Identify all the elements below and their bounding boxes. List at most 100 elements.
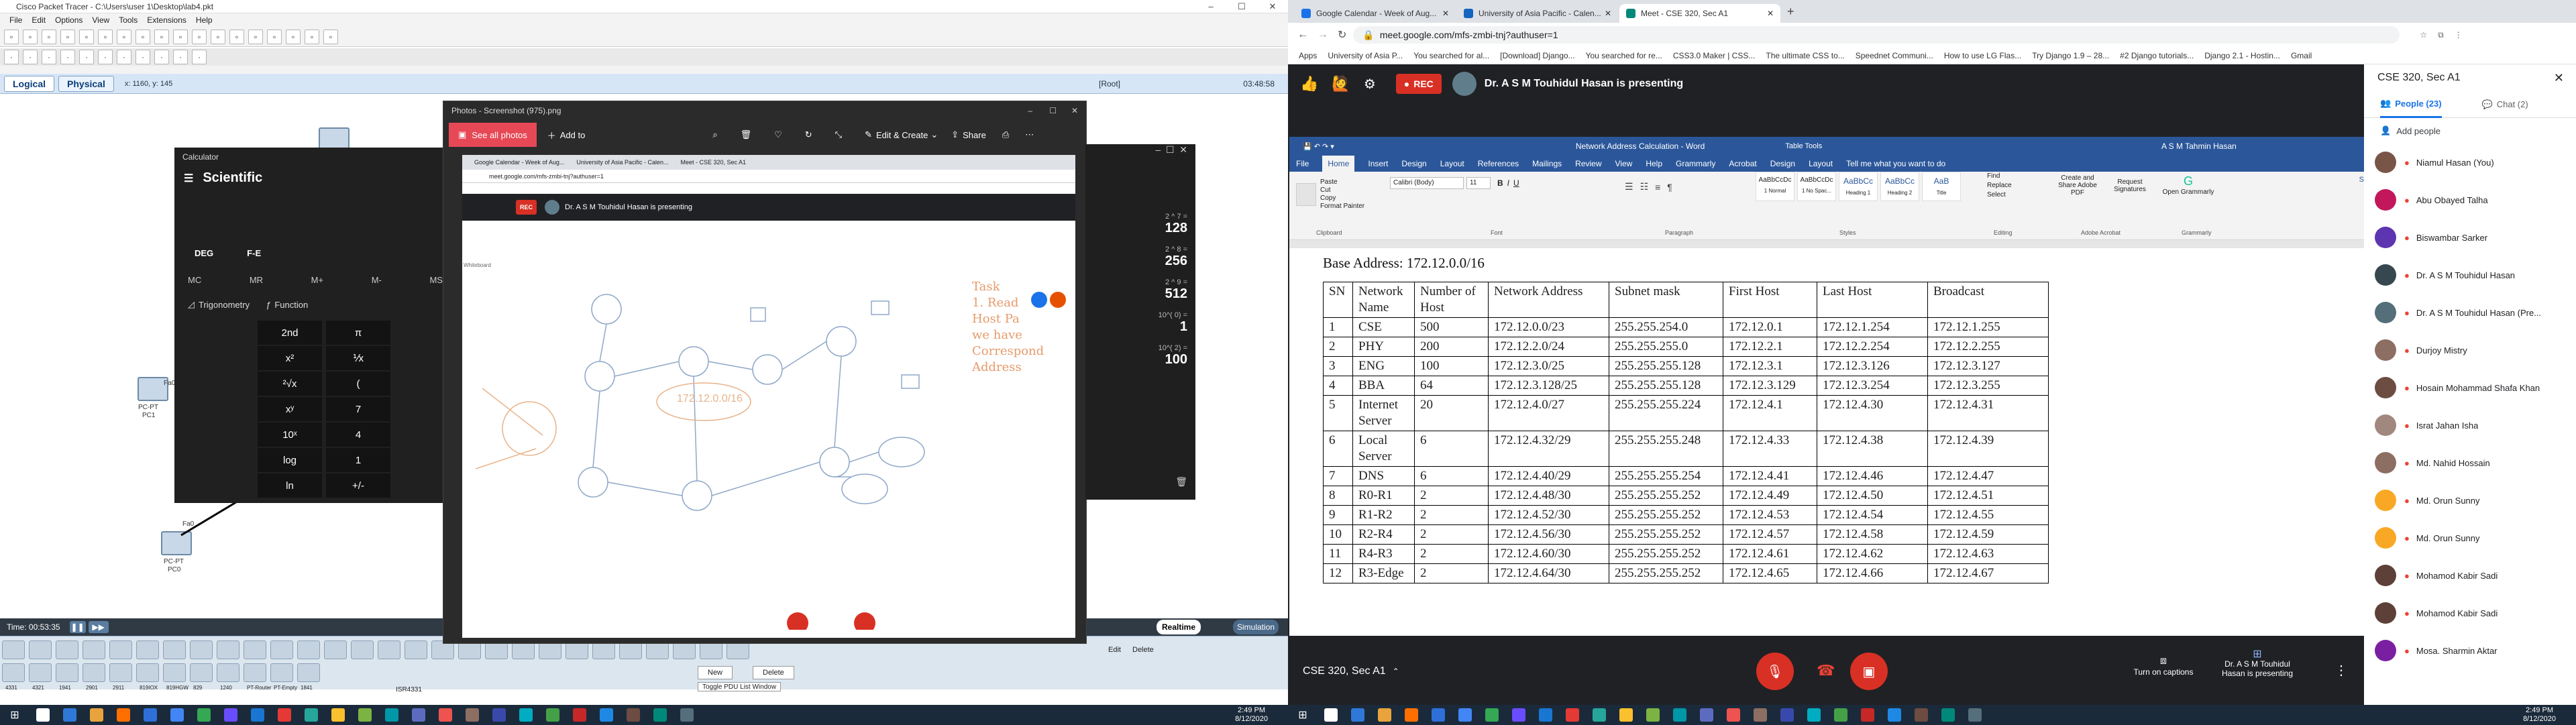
device-category-icon[interactable]	[324, 640, 347, 659]
ribbon-tab[interactable]: View	[1615, 156, 1633, 172]
history-expression[interactable]: 2 ^ 8 =	[1085, 245, 1187, 254]
quick-access-icons[interactable]: 💾 ↶ ↷ ▾	[1303, 142, 1334, 151]
clipboard-action[interactable]: Cut	[1320, 186, 1364, 194]
delete-icon[interactable]: 🗑	[741, 129, 752, 140]
ribbon-tab[interactable]: Mailings	[1532, 156, 1562, 172]
taskbar-app-icon[interactable]	[1673, 708, 1686, 722]
browser-tab[interactable]: University of Asia Pacific - Calen... ✕	[1457, 4, 1618, 23]
complex-pdu-icon[interactable]: ·	[192, 50, 207, 64]
taskbar-app-icon[interactable]	[224, 708, 237, 722]
place-note-icon[interactable]: ·	[79, 50, 94, 64]
taskbar-app-icon[interactable]	[1405, 708, 1418, 722]
clipboard-action[interactable]: Copy	[1320, 194, 1364, 203]
print-icon[interactable]: ▫	[60, 29, 75, 44]
device-category-icon[interactable]	[270, 640, 293, 659]
info-icon[interactable]: ▫	[79, 29, 94, 44]
wizard-icon[interactable]: ▫	[98, 29, 113, 44]
forward-icon[interactable]: →	[1318, 29, 1328, 41]
participant-row[interactable]: ● Hosain Mohammad Shafa Khan	[2364, 369, 2576, 406]
history-expression[interactable]: 2 ^ 9 =	[1085, 278, 1187, 286]
taskbar-app-icon[interactable]	[492, 708, 506, 722]
underline-icon[interactable]: U	[1513, 178, 1519, 188]
ribbon-tab[interactable]: Grammarly	[1676, 156, 1715, 172]
taskbar-app-icon[interactable]	[1324, 708, 1338, 722]
calc-key[interactable]: (	[326, 372, 390, 396]
save-icon[interactable]: ▫	[42, 29, 56, 44]
mic-off-button[interactable]: 🎙	[1756, 653, 1794, 690]
palette-icon[interactable]: ▫	[248, 29, 263, 44]
history-expression[interactable]: 10^( 0) =	[1085, 311, 1187, 319]
clipboard-action[interactable]: Paste	[1320, 178, 1364, 186]
style-item[interactable]: AaBbCc Heading 1	[1839, 172, 1878, 201]
taskbar-app-icon[interactable]	[412, 708, 425, 722]
device-model-icon[interactable]	[190, 663, 213, 682]
taskbar-app-icon[interactable]	[385, 708, 398, 722]
italic-icon[interactable]: I	[1507, 178, 1509, 188]
star-icon[interactable]: ☆	[2420, 30, 2427, 40]
ribbon-tab[interactable]: References	[1478, 156, 1519, 172]
redo-icon[interactable]: ▫	[173, 29, 188, 44]
taskbar-app-icon[interactable]	[466, 708, 479, 722]
bookmark-item[interactable]: #2 Django tutorials...	[2120, 51, 2194, 60]
bookmark-item[interactable]: University of Asia P...	[1328, 51, 1403, 60]
zoom-icon[interactable]: ⌕	[712, 129, 717, 140]
calc-key[interactable]: ²√x	[258, 372, 322, 396]
memory-button[interactable]: MS	[429, 275, 443, 285]
menu-item[interactable]: Options	[55, 13, 83, 27]
menu-item[interactable]: File	[9, 13, 22, 27]
taskbar-app-icon[interactable]	[439, 708, 452, 722]
taskbar-app-icon[interactable]	[1941, 708, 1955, 722]
resize-icon[interactable]: ·	[60, 50, 75, 64]
taskbar-app-icon[interactable]	[358, 708, 372, 722]
taskbar-clock[interactable]: 2:49 PM 8/12/2020	[1235, 706, 1268, 724]
presenting-button[interactable]: ⊞ Dr. A S M Touhidul Hasan is presenting	[2214, 649, 2301, 679]
taskbar-app-icon[interactable]	[1432, 708, 1445, 722]
bookmark-item[interactable]: CSS3.0 Maker | CSS...	[1673, 51, 1756, 60]
calc-key[interactable]: 2nd	[258, 321, 322, 345]
bookmark-item[interactable]: Django 2.1 - Hostin...	[2204, 51, 2280, 60]
taskbar-app-icon[interactable]	[170, 708, 184, 722]
open-icon[interactable]: ▫	[23, 29, 38, 44]
device-model-icon[interactable]	[244, 663, 266, 682]
close-icon[interactable]: ✕	[1071, 101, 1078, 120]
history-value[interactable]: 100	[1085, 352, 1187, 368]
participant-row[interactable]: ● Israt Jahan Isha	[2364, 406, 2576, 444]
draw-line-icon[interactable]: ·	[98, 50, 113, 64]
ribbon-tab[interactable]: Home	[1322, 156, 1355, 172]
taskbar-app-icon[interactable]	[1780, 708, 1794, 722]
close-panel-icon[interactable]: ✕	[2554, 71, 2564, 85]
participant-row[interactable]: ● Biswambar Sarker	[2364, 219, 2576, 256]
add-people-button[interactable]: 👤 Add people	[2364, 118, 2576, 144]
taskbar-app-icon[interactable]	[1834, 708, 1847, 722]
ribbon-tab[interactable]: Layout	[1440, 156, 1464, 172]
device-model-icon[interactable]	[29, 663, 52, 682]
taskbar-app-icon[interactable]	[1807, 708, 1821, 722]
bookmark-item[interactable]: Apps	[1299, 51, 1317, 60]
font-size-select[interactable]: 11	[1466, 177, 1491, 189]
device-category-icon[interactable]	[83, 640, 105, 659]
ribbon-tab[interactable]: Design	[1401, 156, 1426, 172]
history-value[interactable]: 512	[1085, 286, 1187, 302]
bookmark-item[interactable]: You searched for al...	[1413, 51, 1489, 60]
captions-button[interactable]: ⧈ Turn on captions	[2127, 655, 2200, 677]
delete-history-icon[interactable]: 🗑	[1175, 476, 1187, 488]
taskbar-app-icon[interactable]	[1619, 708, 1633, 722]
taskbar-app-icon[interactable]	[1754, 708, 1767, 722]
device-model-icon[interactable]	[56, 663, 78, 682]
taskbar-app-icon[interactable]	[90, 708, 103, 722]
function-dropdown[interactable]: Function	[274, 300, 308, 310]
taskbar-app-icon[interactable]	[36, 708, 50, 722]
print-icon[interactable]: ⎙	[1002, 129, 1009, 140]
acrobat-action[interactable]: Create and Share Adobe PDF	[2054, 174, 2101, 197]
history-value[interactable]: 1	[1085, 319, 1187, 335]
menu-item[interactable]: View	[92, 13, 109, 27]
address-bar[interactable]: 🔒 meet.google.com/mfs-zmbi-tnj?authuser=…	[1353, 26, 2400, 44]
ellipse-icon[interactable]: ·	[136, 50, 150, 64]
thumbs-up-icon[interactable]: 👍	[1300, 75, 1318, 93]
participant-row[interactable]: ● Niamul Hasan (You)	[2364, 144, 2576, 181]
device-model-icon[interactable]	[217, 663, 239, 682]
ribbon-tab[interactable]: Acrobat	[1729, 156, 1756, 172]
close-icon[interactable]: ✕	[1257, 0, 1288, 13]
inspect-icon[interactable]: ·	[23, 50, 38, 64]
chevron-up-icon[interactable]: ⌃	[1393, 667, 1399, 676]
